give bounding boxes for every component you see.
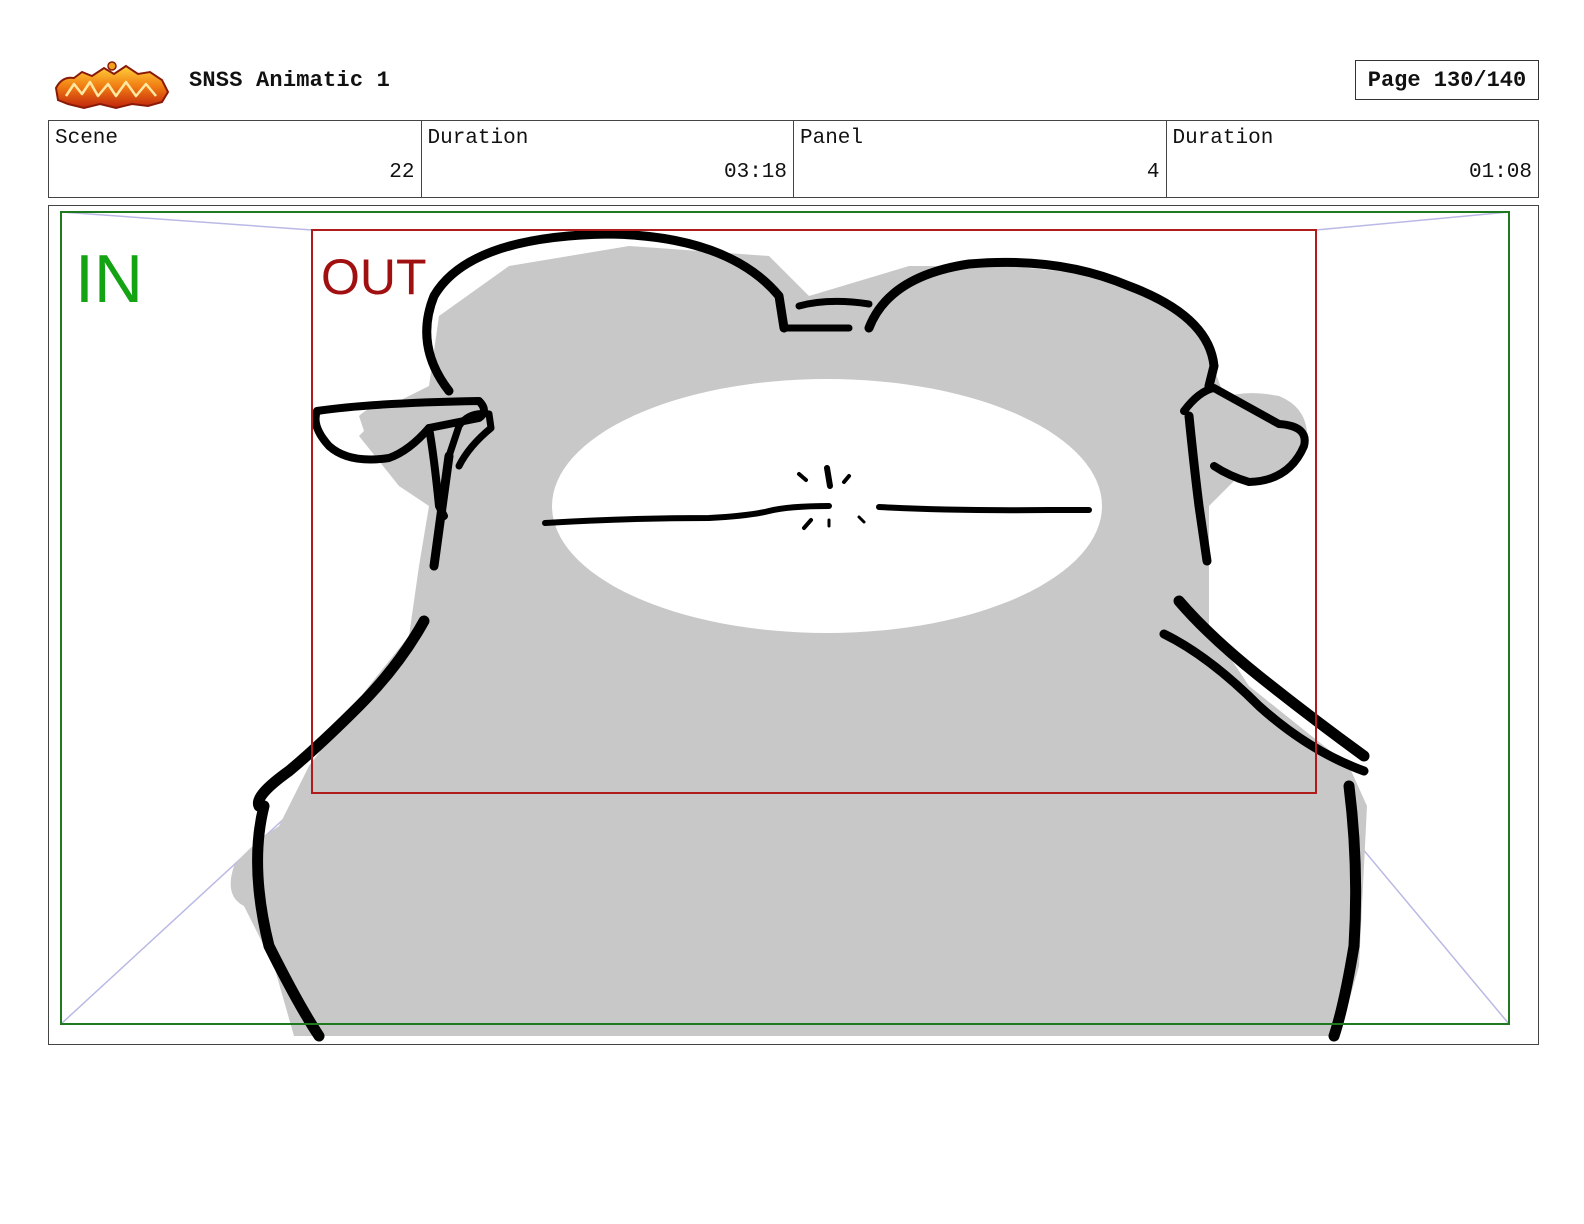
panel-duration-cell: Duration 01:08 bbox=[1167, 121, 1539, 197]
scene-label: Scene bbox=[55, 127, 119, 150]
out-label: OUT bbox=[321, 249, 427, 305]
document-title: SNSS Animatic 1 bbox=[189, 68, 391, 93]
panel-duration-label: Duration bbox=[1172, 127, 1274, 150]
scene-value: 22 bbox=[389, 161, 415, 184]
panel-drawing: IN OUT bbox=[60, 211, 1510, 1042]
scene-duration-label: Duration bbox=[427, 127, 529, 150]
panel-duration-value: 01:08 bbox=[1468, 161, 1532, 184]
scene-duration-cell: Duration 03:18 bbox=[422, 121, 794, 197]
panel-cell: Panel 4 bbox=[794, 121, 1167, 197]
shot-info-table: Scene 22 Duration 03:18 Panel 4 Duration… bbox=[48, 120, 1539, 198]
scene-cell: Scene 22 bbox=[49, 121, 422, 197]
panel-label: Panel bbox=[800, 127, 864, 150]
page-indicator: Page 130/140 bbox=[1355, 60, 1539, 100]
scene-duration-value: 03:18 bbox=[723, 161, 787, 184]
character-fill bbox=[230, 246, 1368, 1036]
in-label: IN bbox=[75, 241, 143, 317]
show-logo-icon bbox=[54, 61, 170, 110]
panel-value: 4 bbox=[1146, 161, 1160, 184]
page-indicator-label: Page 130/140 bbox=[1367, 67, 1527, 93]
storyboard-panel: IN OUT bbox=[48, 205, 1539, 1045]
show-logo bbox=[52, 58, 170, 110]
